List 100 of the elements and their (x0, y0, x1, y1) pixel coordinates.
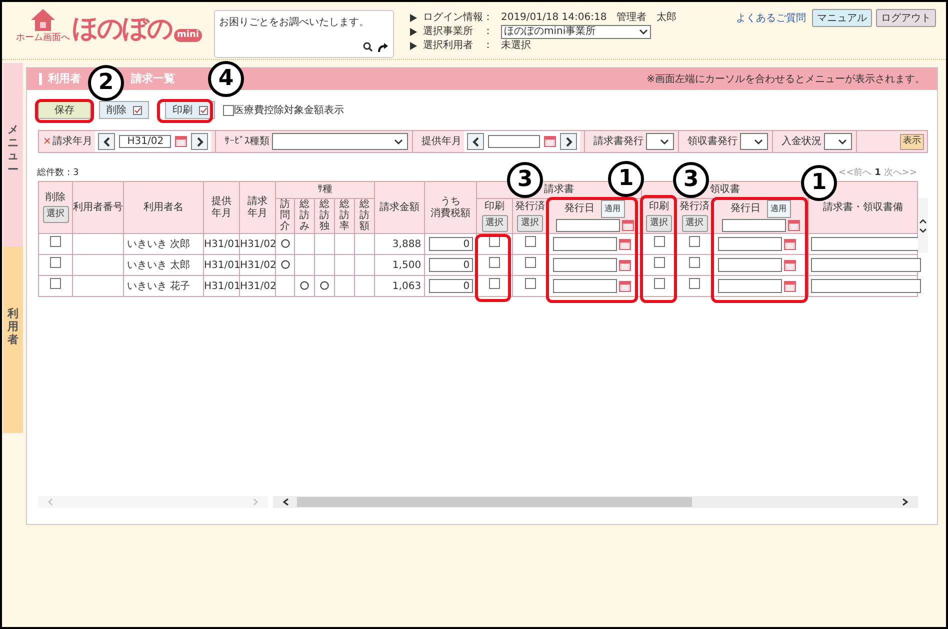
date-field[interactable] (722, 219, 786, 232)
bullet-icon (410, 42, 417, 50)
column-header: 削除 選択 (38, 182, 72, 234)
side-tab[interactable]: 利用者 (3, 247, 23, 433)
column-header: 印刷 選択 (476, 198, 513, 234)
date-field[interactable] (553, 237, 618, 251)
calendar-icon[interactable] (788, 220, 800, 231)
apply-button[interactable]: 適用 (766, 200, 791, 218)
date-field[interactable] (553, 258, 618, 272)
remarks-field[interactable] (811, 279, 922, 293)
table-cell: いきいき 次郎 (124, 234, 204, 254)
action-button[interactable]: 削除 (99, 101, 149, 119)
table-cell: H31/01 (204, 254, 240, 276)
checkbox[interactable] (223, 104, 234, 116)
select-button[interactable]: 選択 (517, 214, 544, 232)
calendar-icon[interactable] (622, 220, 634, 231)
calendar-icon[interactable] (784, 260, 796, 270)
select-button[interactable]: 選択 (646, 214, 672, 232)
dropdown[interactable] (740, 133, 768, 150)
checkbox[interactable] (524, 236, 536, 247)
checkbox[interactable] (524, 257, 536, 268)
logout-button[interactable]: ログアウト (876, 9, 936, 27)
calendar-icon[interactable] (784, 280, 796, 292)
home-icon[interactable] (30, 8, 56, 32)
column-header: 総訪額 (354, 198, 375, 234)
date-field[interactable] (553, 279, 618, 293)
show-button[interactable]: 表示 (900, 134, 924, 150)
vertical-scrollbar[interactable] (918, 198, 928, 253)
circle-icon (300, 281, 309, 290)
calendar-icon[interactable] (784, 238, 796, 250)
table-cell: いきいき 太郎 (124, 254, 204, 276)
previous-button[interactable] (467, 133, 484, 150)
circle-icon (320, 281, 329, 290)
info-value: 2019/01/18 14:06:18 管理者 太郎 (500, 10, 677, 25)
total-count: 総件数：3 (37, 167, 79, 178)
date-field[interactable] (718, 258, 782, 272)
previous-button[interactable] (98, 133, 116, 150)
dropdown[interactable] (824, 133, 852, 150)
page-number: 1 (874, 167, 881, 178)
next-button[interactable] (560, 133, 578, 150)
checkbox[interactable] (50, 257, 61, 268)
bullet-icon (410, 14, 417, 22)
filter-label: 請求書発行 (592, 134, 644, 149)
checkbox[interactable] (489, 278, 500, 289)
column-header: 訪問介 (276, 198, 294, 234)
calendar-icon[interactable] (175, 136, 188, 147)
checkbox[interactable] (50, 236, 61, 247)
column-header: 総訪率 (334, 198, 354, 234)
date-field[interactable] (718, 237, 782, 251)
manual-button[interactable]: マニュアル (812, 9, 872, 27)
month-field[interactable] (488, 135, 540, 148)
home-link[interactable]: ホーム画面へ (16, 32, 70, 46)
office-select[interactable]: ほのぼのmini事業所 (500, 24, 651, 38)
column-header: ｻ種 (276, 182, 375, 198)
checkbox[interactable] (50, 278, 61, 289)
column-header: 総訪み (294, 198, 314, 234)
tax-field[interactable]: 0 (428, 279, 473, 293)
select-button[interactable]: 選択 (482, 214, 508, 232)
remarks-field[interactable] (811, 258, 922, 272)
calendar-icon[interactable] (544, 136, 556, 147)
month-field[interactable]: H31/02 (119, 135, 172, 148)
horizontal-scrollbar[interactable] (38, 496, 268, 508)
save-button[interactable]: 保存 (38, 101, 91, 119)
calendar-icon[interactable] (619, 280, 632, 292)
select-button[interactable]: 選択 (682, 214, 708, 232)
search-icon[interactable] (362, 42, 373, 52)
side-tab[interactable]: メニュー (3, 63, 23, 247)
column-header: 発行済 選択 (512, 198, 548, 234)
tax-field[interactable]: 0 (428, 258, 473, 272)
apply-button[interactable]: 適用 (600, 200, 625, 218)
table-cell: いきいき 花子 (124, 276, 204, 296)
dropdown[interactable] (646, 133, 674, 150)
filter-label: 領収書発行 (686, 134, 738, 149)
page-title: 請求一覧 (131, 70, 175, 87)
date-field[interactable] (556, 219, 620, 232)
checkbox[interactable] (654, 257, 665, 268)
checkbox[interactable] (489, 257, 500, 268)
checkbox[interactable] (654, 278, 665, 289)
search-field[interactable]: お困りごとをお調べいたします。 (214, 10, 394, 58)
select-button[interactable]: 選択 (42, 206, 68, 223)
checkbox-icon (132, 106, 142, 114)
checkbox[interactable] (689, 257, 700, 268)
calendar-icon[interactable] (619, 238, 632, 250)
checkbox[interactable] (524, 278, 536, 289)
highlight-frame (475, 234, 511, 302)
checkbox[interactable] (689, 236, 700, 247)
calendar-icon[interactable] (619, 260, 632, 270)
tax-field[interactable]: 0 (428, 237, 473, 251)
bullet-icon (410, 28, 417, 36)
table-cell: H31/02 (240, 234, 276, 254)
info-label: ログイン情報： (422, 10, 494, 25)
redo-arrow-icon[interactable] (376, 42, 388, 53)
checkbox[interactable] (489, 236, 500, 247)
checkbox[interactable] (689, 278, 700, 289)
next-button[interactable] (191, 133, 208, 150)
faq-link[interactable]: よくあるご質問 (736, 10, 806, 26)
highlight-frame (35, 99, 94, 123)
checkbox[interactable] (654, 236, 665, 247)
date-field[interactable] (718, 279, 782, 293)
horizontal-scrollbar[interactable] (273, 496, 918, 508)
